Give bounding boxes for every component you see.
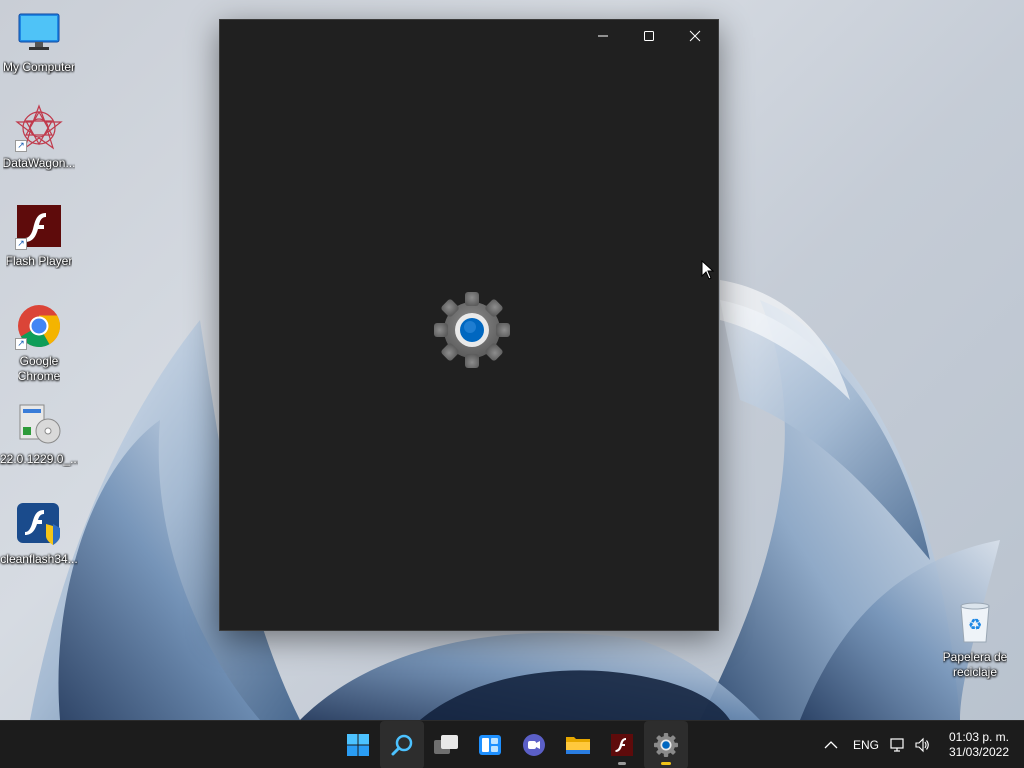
desktop-icon-label: 22.0.1229.0_... [0,452,78,466]
file-explorer-button[interactable] [556,721,600,768]
installer-icon [15,400,63,448]
mouse-cursor-icon [701,260,715,280]
desktop-icon-label: cleanflash34... [0,552,78,566]
chat-button[interactable] [512,721,556,768]
network-button[interactable] [886,721,910,768]
close-button[interactable] [672,20,718,52]
desktop-icon-flash-player[interactable]: ↗ Flash Player [0,202,78,269]
maximize-button[interactable] [626,20,672,52]
desktop-icon-cleanflash[interactable]: cleanflash34... [0,500,78,567]
flash-icon [611,734,633,756]
widgets-button[interactable] [468,721,512,768]
search-icon [391,734,413,756]
settings-taskbar-button[interactable] [644,721,688,768]
monitor-icon [15,8,63,56]
desktop-icon-label: My Computer [2,60,76,74]
desktop-icon-label: DataWagon... [2,156,76,170]
desktop-icon-label: Google Chrome [17,354,61,383]
desktop-icon-recycle-bin[interactable]: ♻ Papelera de reciclaje [936,598,1014,680]
folder-icon [566,737,590,754]
settings-window[interactable] [219,19,719,631]
gear-icon [654,733,678,757]
cleanflash-icon [15,500,63,548]
task-view-button[interactable] [424,721,468,768]
network-icon [890,738,904,752]
window-controls [580,20,718,52]
show-hidden-icons-button[interactable] [816,721,846,768]
svg-text:♻: ♻ [968,615,982,634]
input-language-indicator[interactable]: ENG [846,721,886,768]
teams-chat-icon [523,734,545,756]
chrome-icon: ↗ [15,302,63,350]
desktop-icon-label: Papelera de reciclaje [942,650,1008,679]
desktop-icon-my-computer[interactable]: My Computer [0,8,78,75]
task-view-icon [434,735,458,754]
windows-logo-icon [347,734,369,756]
taskbar-apps [336,721,688,768]
clock-time: 01:03 p. m. [948,730,1010,744]
chevron-up-icon [824,741,838,749]
volume-button[interactable] [910,721,934,768]
widgets-icon [479,735,501,755]
desktop-icon-label: Flash Player [5,254,73,268]
system-tray: ENG 01:03 p. m. 31/03/2022 [816,721,1024,768]
minimize-button[interactable] [580,20,626,52]
search-button[interactable] [380,721,424,768]
shortcut-arrow-icon: ↗ [15,338,27,350]
start-button[interactable] [336,721,380,768]
desktop-icon-installer[interactable]: 22.0.1229.0_... [0,400,78,467]
shortcut-arrow-icon: ↗ [15,140,27,152]
minimize-icon [598,35,608,37]
maximize-icon [644,31,654,41]
shortcut-arrow-icon: ↗ [15,238,27,250]
flash-icon: ↗ [15,202,63,250]
flash-player-taskbar-button[interactable] [600,721,644,768]
recycle-bin-icon: ♻ [951,598,999,646]
clock-date: 31/03/2022 [948,745,1010,759]
desktop-icon-datawagon[interactable]: ↗ DataWagon... [0,104,78,171]
close-icon [689,30,701,42]
desktop-icon-google-chrome[interactable]: ↗ Google Chrome [0,302,78,384]
clock-button[interactable]: 01:03 p. m. 31/03/2022 [934,721,1024,768]
taskbar: ENG 01:03 p. m. 31/03/2022 [0,720,1024,768]
settings-gear-icon [434,292,510,368]
volume-icon [915,737,929,753]
datawagon-icon: ↗ [15,104,63,152]
